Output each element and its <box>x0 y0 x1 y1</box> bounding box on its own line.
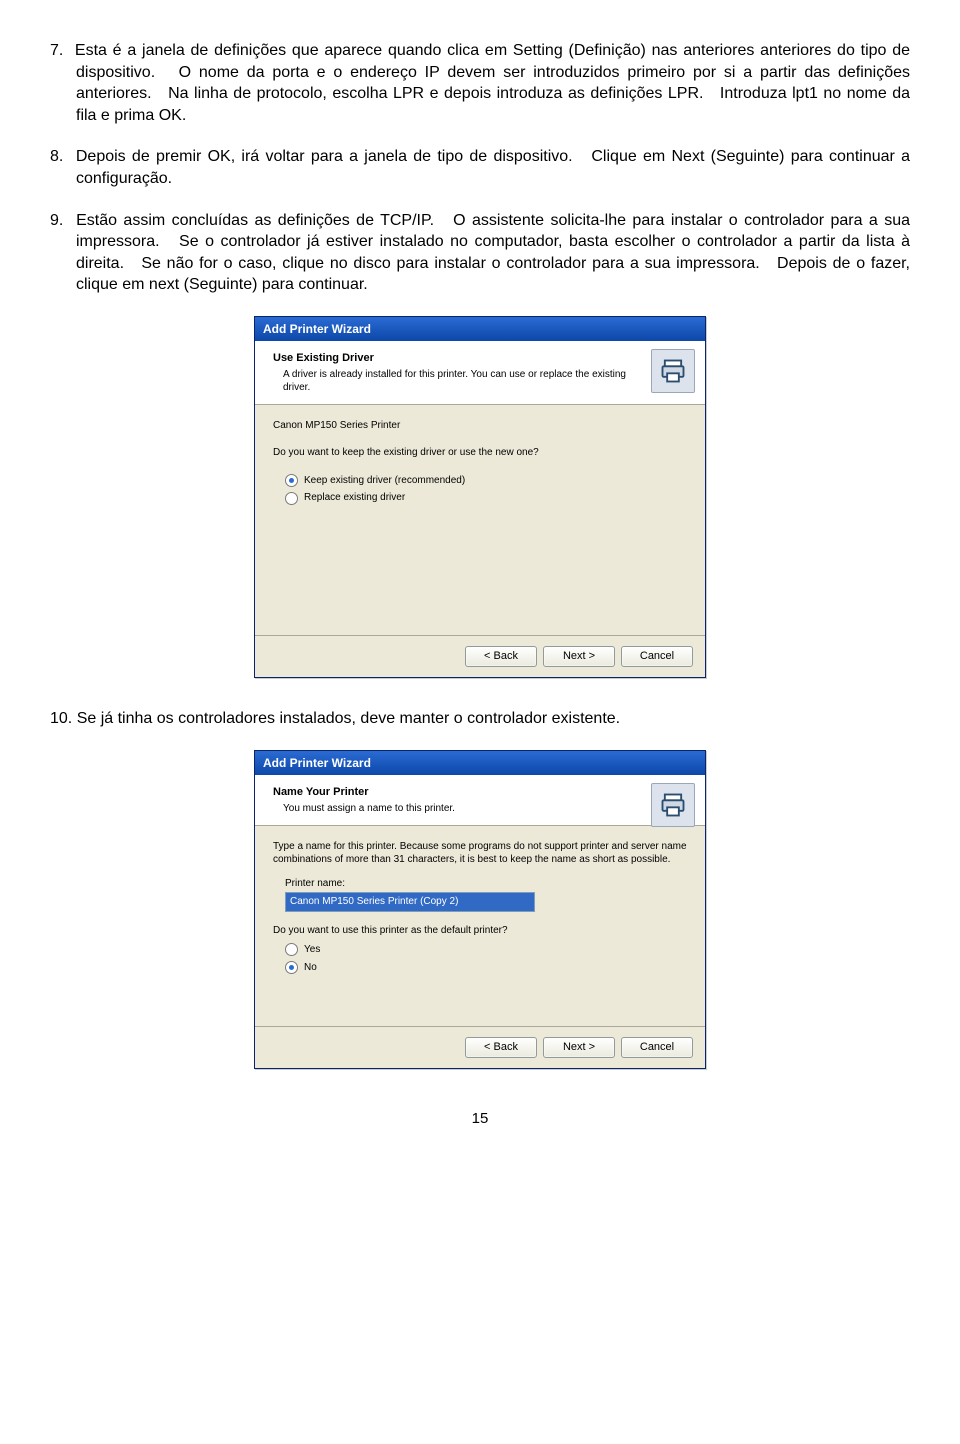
step-7-text: 7. Esta é a janela de definições que apa… <box>50 40 910 126</box>
radio-default-no[interactable]: No <box>285 961 687 975</box>
driver-name-text: Canon MP150 Series Printer <box>273 419 687 433</box>
step-10-text: 10. Se já tinha os controladores instala… <box>50 708 910 730</box>
dialog-titlebar[interactable]: Add Printer Wizard <box>255 751 705 775</box>
dialog-header-subtitle: A driver is already installed for this p… <box>273 368 635 394</box>
radio-default-yes[interactable]: Yes <box>285 943 687 957</box>
radio-icon <box>285 492 298 505</box>
back-button[interactable]: < Back <box>465 1037 537 1058</box>
radio-icon <box>285 961 298 974</box>
printer-name-label: Printer name: <box>285 877 687 891</box>
radio-label: No <box>304 961 317 975</box>
dialog-body: Type a name for this printer. Because so… <box>255 826 705 1026</box>
driver-question-text: Do you want to keep the existing driver … <box>273 446 687 460</box>
page-number: 15 <box>50 1109 910 1129</box>
default-printer-question: Do you want to use this printer as the d… <box>273 924 687 938</box>
name-instructions-text: Type a name for this printer. Because so… <box>273 840 687 867</box>
printer-icon <box>651 783 695 827</box>
radio-icon <box>285 474 298 487</box>
dialog-footer: < Back Next > Cancel <box>255 1026 705 1068</box>
wizard-dialog-use-existing-driver: Add Printer Wizard Use Existing Driver A… <box>254 316 706 678</box>
next-button[interactable]: Next > <box>543 646 615 667</box>
wizard-dialog-name-printer: Add Printer Wizard Name Your Printer You… <box>254 750 706 1069</box>
dialog-header-title: Use Existing Driver <box>273 351 635 366</box>
step-9-text: 9. Estão assim concluídas as definições … <box>50 210 910 296</box>
dialog-header: Use Existing Driver A driver is already … <box>255 341 705 405</box>
radio-icon <box>285 943 298 956</box>
radio-label: Replace existing driver <box>304 491 405 505</box>
dialog-footer: < Back Next > Cancel <box>255 635 705 677</box>
printer-icon <box>651 349 695 393</box>
step-8-text: 8. Depois de premir OK, irá voltar para … <box>50 146 910 189</box>
radio-keep-existing[interactable]: Keep existing driver (recommended) <box>285 474 687 488</box>
radio-replace-existing[interactable]: Replace existing driver <box>285 491 687 505</box>
dialog-titlebar[interactable]: Add Printer Wizard <box>255 317 705 341</box>
dialog-header-subtitle: You must assign a name to this printer. <box>273 802 635 815</box>
radio-label: Yes <box>304 943 320 957</box>
cancel-button[interactable]: Cancel <box>621 1037 693 1058</box>
dialog-header-title: Name Your Printer <box>273 785 635 800</box>
back-button[interactable]: < Back <box>465 646 537 667</box>
printer-name-input[interactable]: Canon MP150 Series Printer (Copy 2) <box>285 892 535 912</box>
cancel-button[interactable]: Cancel <box>621 646 693 667</box>
dialog-header: Name Your Printer You must assign a name… <box>255 775 705 826</box>
next-button[interactable]: Next > <box>543 1037 615 1058</box>
radio-label: Keep existing driver (recommended) <box>304 474 465 488</box>
dialog-body: Canon MP150 Series Printer Do you want t… <box>255 405 705 635</box>
